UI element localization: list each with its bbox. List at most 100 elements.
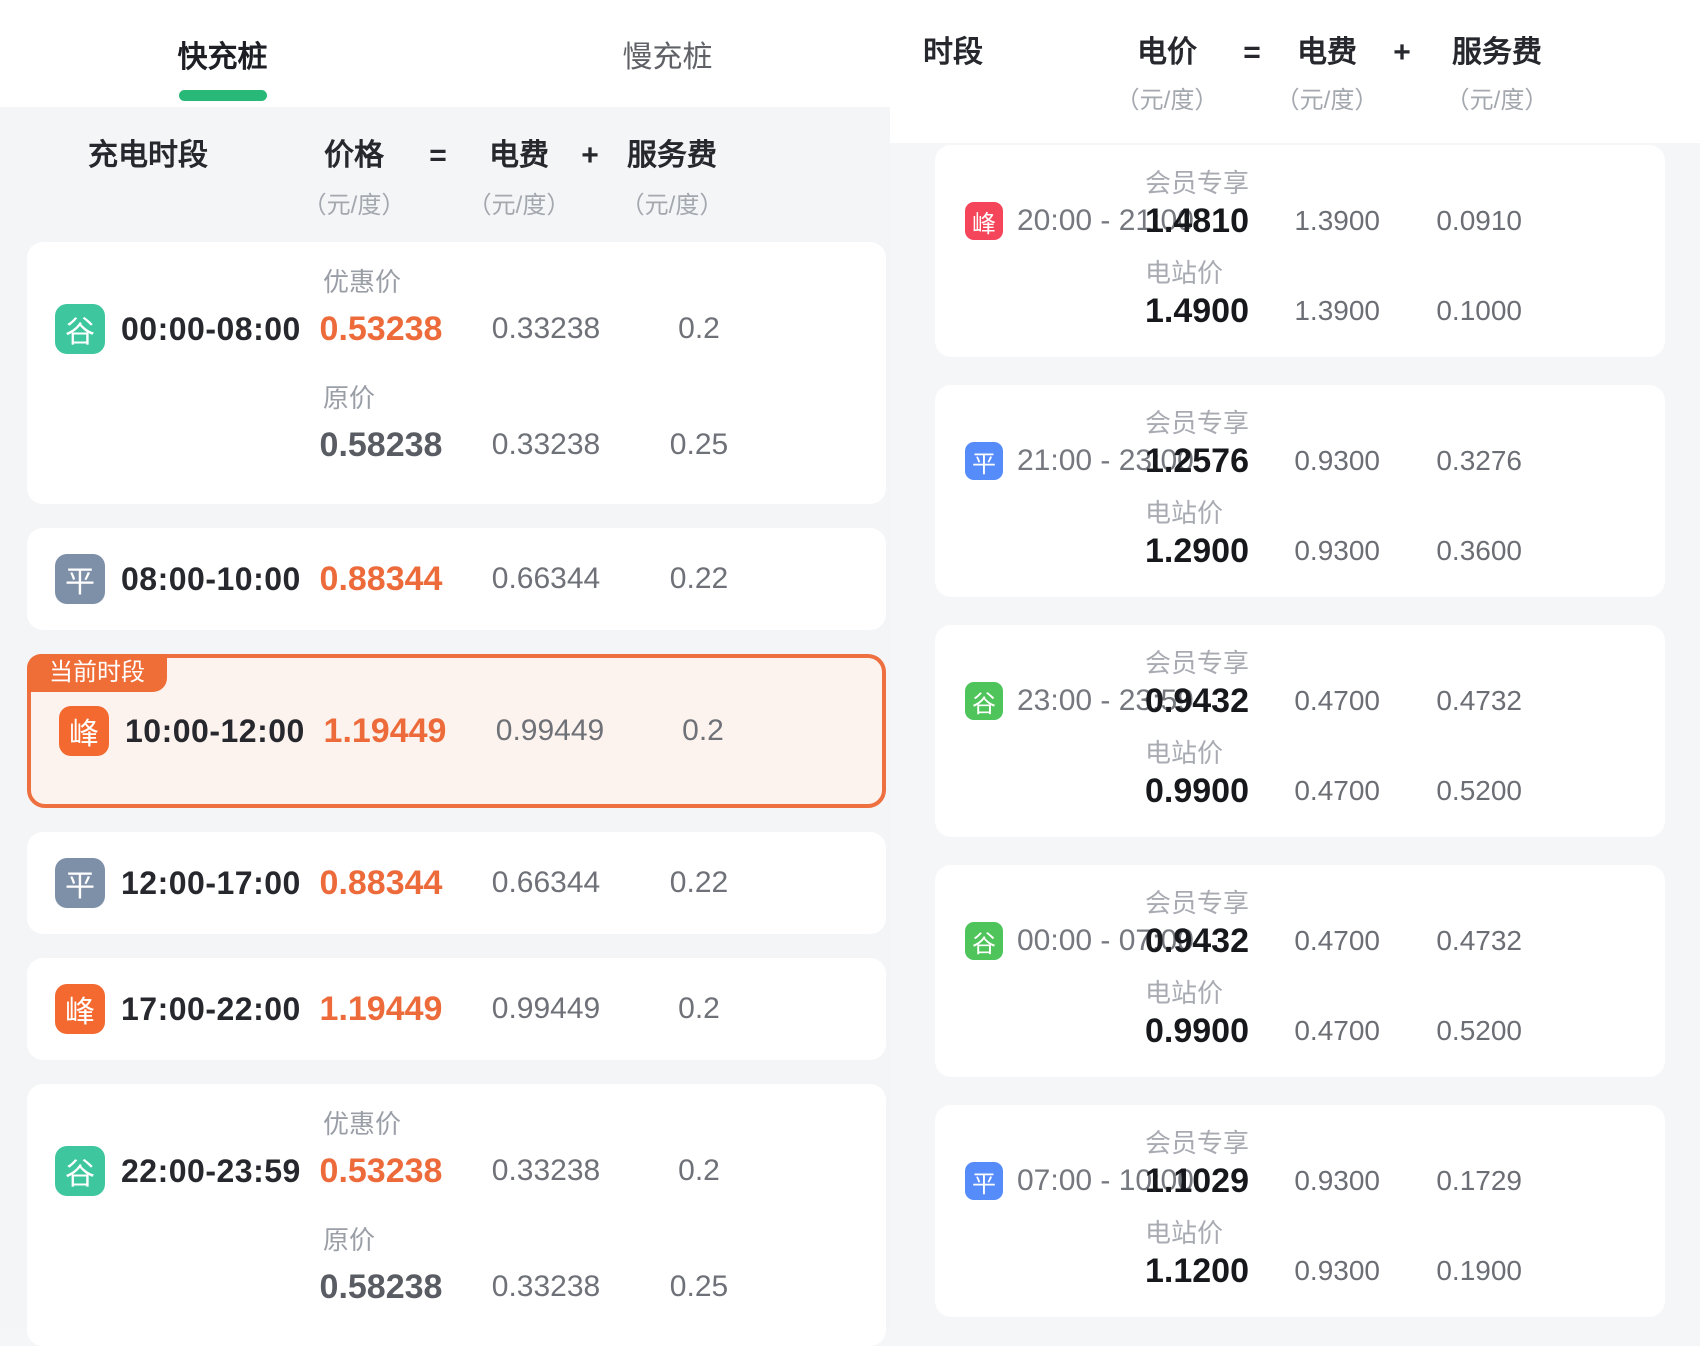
tab-fast-charger-label: 快充桩 (178, 32, 268, 76)
service-value: 0.4732 (1380, 685, 1522, 717)
rate-card-flat-morning: 会员专享 平 07:00 - 10:00 1.1029 0.9300 0.172… (935, 1105, 1665, 1317)
price-label: 电站价 (1145, 499, 1665, 527)
period-time: 17:00-22:00 (121, 991, 301, 1028)
header-service-label: 服务费 (627, 137, 717, 175)
valley-badge: 谷 (55, 304, 105, 354)
left-rate-card-list: 优惠价 谷 00:00-08:00 0.53238 0.33238 0.2 原价 (0, 242, 890, 1346)
price-line: 谷 00:00-08:00 0.53238 0.33238 0.2 (27, 304, 886, 354)
period-time: 10:00-12:00 (125, 713, 305, 750)
price-value: 0.9432 (1145, 682, 1290, 721)
price-group-member: 会员专享 平 07:00 - 10:00 1.1029 0.9300 0.172… (935, 1129, 1665, 1201)
header-fee-col: 电费 （元/度） (1272, 34, 1382, 115)
price-group: 峰 17:00-22:00 1.19449 0.99449 0.2 (27, 984, 886, 1034)
price-line: 峰 10:00-12:00 1.19449 0.99449 0.2 (31, 706, 882, 756)
price-line: 0.9900 0.4700 0.5200 (935, 1011, 1665, 1051)
service-value: 0.2 (629, 312, 769, 346)
price-label: 原价 (323, 384, 886, 412)
fee-value: 0.9300 (1290, 1165, 1380, 1197)
fee-value: 0.4700 (1290, 685, 1380, 717)
price-line: 1.2900 0.9300 0.3600 (935, 531, 1665, 571)
period-cell: 平 08:00-10:00 (27, 554, 319, 604)
rate-card-valley-early: 会员专享 谷 00:00 - 07:00 0.9432 0.4700 0.473… (935, 865, 1665, 1077)
price-value: 0.9432 (1145, 922, 1290, 961)
rate-card-peak: 会员专享 峰 20:00 - 21:00 1.4810 1.3900 0.091… (935, 145, 1665, 357)
period-cell: 谷 00:00-08:00 (27, 304, 319, 354)
header-fee-unit: （元/度） (1276, 80, 1379, 115)
price-group-member: 会员专享 谷 23:00 - 23:59 0.9432 0.4700 0.473… (935, 649, 1665, 721)
tab-fast-charger[interactable]: 快充桩 (0, 0, 445, 107)
rate-card-valley: 会员专享 谷 23:00 - 23:59 0.9432 0.4700 0.473… (935, 625, 1665, 837)
fee-value: 0.99449 (487, 992, 605, 1026)
header-service-col: 服务费 （元/度） (1422, 34, 1572, 115)
header-price-unit: （元/度） (1116, 80, 1219, 115)
price-label: 电站价 (1145, 259, 1665, 287)
service-value: 0.3276 (1380, 445, 1522, 477)
service-value: 0.5200 (1380, 1015, 1522, 1047)
service-value: 0.3600 (1380, 535, 1522, 567)
service-value: 0.0910 (1380, 205, 1522, 237)
fast-charger-price-panel: 快充桩 慢充桩 充电时段 价格 （元/度） = 电费 （元/度） + 服务费 （… (0, 0, 890, 1329)
flat-badge: 平 (965, 442, 1003, 480)
valley-badge: 谷 (965, 682, 1003, 720)
period-cell: 峰 20:00 - 21:00 (935, 202, 1145, 240)
header-price-label: 价格 (324, 137, 384, 175)
period-cell: 平 21:00 - 23:00 (935, 442, 1145, 480)
price-group-station: 电站价 1.4900 1.3900 0.1000 (935, 259, 1665, 331)
price-value: 0.53238 (319, 310, 443, 349)
service-value: 0.1729 (1380, 1165, 1522, 1197)
period-cell: 谷 00:00 - 07:00 (935, 922, 1145, 960)
header-charging-period: 充电时段 (0, 137, 292, 175)
price-line: 平 21:00 - 23:00 1.2576 0.9300 0.3276 (935, 441, 1665, 481)
price-line: 0.9900 0.4700 0.5200 (935, 771, 1665, 811)
peak-badge: 峰 (965, 202, 1003, 240)
price-group: 平 12:00-17:00 0.88344 0.66344 0.22 (27, 858, 886, 908)
period-cell: 平 12:00-17:00 (27, 858, 319, 908)
header-fee-label: 电费 (1297, 34, 1357, 72)
current-period-tag: 当前时段 (27, 654, 167, 692)
fee-value: 0.4700 (1290, 925, 1380, 957)
right-rate-card-list: 会员专享 峰 20:00 - 21:00 1.4810 1.3900 0.091… (890, 143, 1700, 1317)
price-line: 1.4900 1.3900 0.1000 (935, 291, 1665, 331)
price-label: 会员专享 (1145, 1129, 1665, 1157)
tab-slow-charger[interactable]: 慢充桩 (445, 0, 890, 107)
plus-sign: + (578, 137, 602, 175)
period-time: 22:00-23:59 (121, 1153, 301, 1190)
header-service-unit: （元/度） (621, 185, 724, 220)
fee-value: 0.9300 (1290, 445, 1380, 477)
fee-value: 0.33238 (487, 312, 605, 346)
price-line: 谷 23:00 - 23:59 0.9432 0.4700 0.4732 (935, 681, 1665, 721)
plus-sign: + (1382, 34, 1422, 72)
header-fee-col: 电费 （元/度） (460, 137, 578, 220)
service-value: 0.4732 (1380, 925, 1522, 957)
fee-value: 0.9300 (1290, 1255, 1380, 1287)
period-time: 12:00-17:00 (121, 865, 301, 902)
service-value: 0.1900 (1380, 1255, 1522, 1287)
price-group-station: 电站价 0.9900 0.4700 0.5200 (935, 739, 1665, 811)
price-value: 0.88344 (319, 864, 443, 903)
service-value: 0.2 (629, 992, 769, 1026)
period-cell: 峰 10:00-12:00 (31, 706, 323, 756)
charger-type-tabs: 快充桩 慢充桩 (0, 0, 890, 107)
price-value: 0.53238 (319, 1152, 443, 1191)
flat-badge: 平 (55, 858, 105, 908)
left-table-header: 充电时段 价格 （元/度） = 电费 （元/度） + 服务费 （元/度） (0, 107, 890, 242)
period-cell: 平 07:00 - 10:00 (935, 1162, 1145, 1200)
price-group-member: 会员专享 谷 00:00 - 07:00 0.9432 0.4700 0.473… (935, 889, 1665, 961)
price-line: 谷 00:00 - 07:00 0.9432 0.4700 0.4732 (935, 921, 1665, 961)
header-service-unit: （元/度） (1446, 80, 1549, 115)
fee-value: 0.4700 (1290, 775, 1380, 807)
period-cell: 谷 22:00-23:59 (27, 1146, 319, 1196)
price-group-station: 电站价 1.1200 0.9300 0.1900 (935, 1219, 1665, 1291)
header-period: 时段 (890, 34, 1102, 72)
service-value: 0.5200 (1380, 775, 1522, 807)
price-value: 1.4810 (1145, 202, 1290, 241)
service-value: 0.25 (629, 428, 769, 462)
price-value: 1.2900 (1145, 532, 1290, 571)
equals-sign: = (1232, 34, 1272, 72)
period-cell: 谷 23:00 - 23:59 (935, 682, 1145, 720)
price-label: 电站价 (1145, 1219, 1665, 1247)
price-value: 0.58238 (319, 1268, 443, 1307)
header-service-col: 服务费 （元/度） (602, 137, 742, 220)
service-value: 0.2 (633, 714, 773, 748)
price-value: 1.19449 (323, 712, 447, 751)
